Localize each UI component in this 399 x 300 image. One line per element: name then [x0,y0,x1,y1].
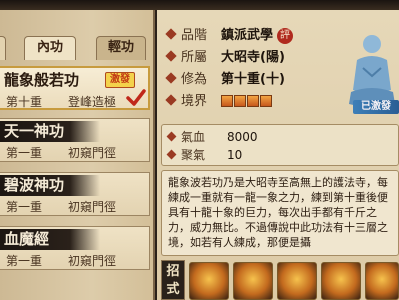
boundary-label: 境界 [181,94,208,109]
stat-label: 氣血 [181,130,206,144]
diamond-bullet-icon [165,94,177,106]
boundary-row: 境界 [161,92,356,112]
diamond-bullet-icon [165,28,177,40]
skill-level: 第一重 [6,254,43,268]
skill-name: 碧波神功 [0,175,100,196]
cultivation-label: 修為 [181,72,208,87]
tab-internal[interactable]: 內功 [24,36,76,60]
top-frame [0,0,399,10]
cultivation-row: 修為 第十重(十) [161,70,356,90]
stat-row-hp: 氣血 8000 [166,128,258,146]
boundary-segment [260,95,272,107]
boundary-segment [234,95,246,107]
skill-card-bibo[interactable]: 碧波神功 第一重 初窺門徑 [0,172,150,216]
stat-row-qi: 聚氣 10 [166,146,242,164]
stat-label: 聚氣 [181,148,206,162]
skill-name: 龍象般若功 [4,71,80,89]
moves-label: 招式 [161,260,185,300]
skill-detail-panel: 品階 鎮派武學評 所屬 大昭寺(陽) 修為 第十重(十) 境界 已激發 氣血 8000 … [157,10,399,300]
diamond-bullet-icon [165,72,177,84]
move-4-icon[interactable] [321,262,361,300]
skill-level: 第一重 [6,146,43,160]
diamond-bullet-icon [165,50,177,62]
grade-label: 品階 [181,28,208,43]
boundary-progress-bar [221,94,273,114]
tab-partial[interactable] [0,36,6,60]
skill-level: 第一重 [6,200,43,214]
skill-info: 品階 鎮派武學評 所屬 大昭寺(陽) 修為 第十重(十) 境界 [161,26,356,118]
grade-value: 鎮派武學 [221,28,274,43]
stat-value: 10 [227,148,243,162]
move-5-icon[interactable] [365,262,399,300]
skill-card-longxiang[interactable]: 龍象般若功 激發 第十重 登峰造極 [0,66,150,110]
skill-status: 初窺門徑 [68,200,117,214]
sect-value: 大昭寺(陽) [221,50,285,65]
skill-name: 天一神功 [0,121,100,142]
review-badge[interactable]: 評 [277,28,294,44]
skill-description: 龍象波若功乃是大昭寺至高無上的護法寺，每練成一重就有一龍一象之力，練到第十重後便… [168,176,388,249]
moves-bar: 招式 [161,260,399,300]
sect-row: 所屬 大昭寺(陽) [161,48,356,68]
stats-box: 氣血 8000 聚氣 10 [161,124,399,166]
skill-description-box[interactable]: 龍象波若功乃是大昭寺至高無上的護法寺，每練成一重就有一龍一象之力，練到第十重後便… [161,170,399,256]
skill-card-tianyi[interactable]: 天一神功 第一重 初窺門徑 [0,118,150,162]
move-1-icon[interactable] [189,262,229,300]
skill-name: 血魔經 [0,229,100,250]
cultivation-value: 第十重(十) [221,72,285,87]
boundary-segment [247,95,259,107]
activated-badge: 激發 [105,72,135,88]
stat-value: 8000 [227,130,258,144]
diamond-bullet-icon [166,131,177,142]
sect-label: 所屬 [181,50,208,65]
move-2-icon[interactable] [233,262,273,300]
skill-card-xuemo[interactable]: 血魔經 第一重 初窺門徑 [0,226,150,270]
activated-label: 已激發 [353,100,399,114]
skill-level: 第十重 [6,95,43,109]
move-3-icon[interactable] [277,262,317,300]
diamond-bullet-icon [166,149,177,160]
grade-row: 品階 鎮派武學評 [161,26,356,46]
skill-status: 初窺門徑 [68,146,117,160]
category-tabs: 內功 輕功 [0,36,155,62]
skill-list-panel: 內功 輕功 龍象般若功 激發 第十重 登峰造極 天一神功 第一重 初窺門徑 碧波… [0,10,155,300]
skill-status: 初窺門徑 [68,254,117,268]
skill-status: 登峰造極 [68,95,117,109]
boundary-segment [221,95,233,107]
checkmark-icon [126,89,146,106]
tab-light[interactable]: 輕功 [96,36,146,60]
